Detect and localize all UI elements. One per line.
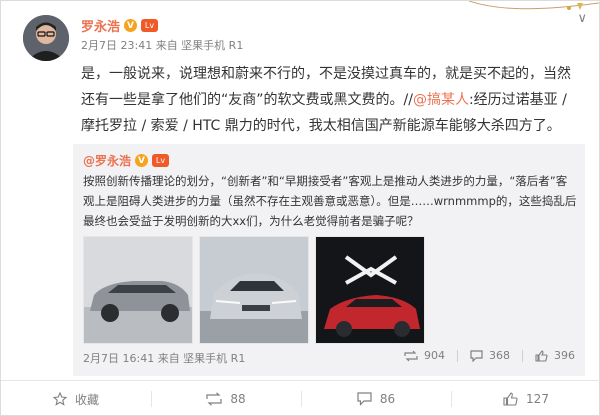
comment-action-count: 86 — [379, 392, 396, 406]
level-badge-icon: Lv — [141, 19, 159, 32]
verified-icon: V — [124, 19, 138, 32]
author-row: 罗永浩 V Lv — [81, 16, 159, 35]
post-content: 是，一般说来，说理想和蔚来不行的，不是没摸过真车的，就是买不起的，当然还有一些是… — [81, 61, 581, 139]
comment-icon — [357, 392, 372, 406]
author-name[interactable]: 罗永浩 — [81, 16, 120, 35]
repost-photos — [83, 236, 425, 344]
mention-link[interactable]: @搞某人 — [413, 92, 469, 108]
favorite-label: 收藏 — [74, 392, 99, 407]
post-meta: 2月7日 23:41 来自 坚果手机 R1 — [81, 39, 244, 52]
repost-button[interactable]: 88 — [151, 381, 301, 416]
divider — [457, 349, 458, 362]
action-bar: 收藏 88 86 127 — [1, 381, 600, 416]
repost-author-name[interactable]: @罗永浩 — [83, 152, 131, 169]
like-action-count: 127 — [526, 392, 549, 406]
like-count[interactable]: 396 — [535, 349, 575, 362]
verified-icon: V — [135, 154, 149, 167]
comment-button[interactable]: 86 — [301, 381, 451, 416]
more-options-icon[interactable]: ∨ — [577, 12, 587, 25]
thumbs-up-icon — [503, 392, 518, 406]
comment-count-value: 368 — [489, 349, 510, 362]
favorite-button[interactable]: 收藏 — [1, 381, 151, 416]
star-icon — [52, 392, 67, 406]
repost-stats: 904 368 396 — [404, 349, 575, 362]
repost-action-count: 88 — [230, 392, 246, 406]
like-count-value: 396 — [554, 349, 575, 362]
repost-count[interactable]: 904 — [404, 349, 445, 362]
photo-suv-red-lights[interactable] — [315, 236, 425, 344]
weibo-post-card: ∨ 罗永浩 V Lv 2月7日 23:41 来自 坚果手机 R1 是，一般说来，… — [0, 0, 600, 416]
repost-text: 按照创新传播理论的划分，“创新者”和“早期接受者”客观上是推动人类进步的力量，“… — [83, 174, 577, 228]
like-button[interactable]: 127 — [451, 381, 600, 416]
repost-author-row: @罗永浩 V Lv — [83, 152, 170, 169]
divider — [522, 349, 523, 362]
comment-icon — [470, 349, 483, 362]
photo-suv-silver-front[interactable] — [199, 236, 309, 344]
photo-suv-silver-side[interactable] — [83, 236, 193, 344]
level-badge-icon: Lv — [152, 154, 170, 167]
repost-icon — [404, 350, 418, 361]
avatar[interactable] — [23, 15, 69, 61]
repost-icon — [206, 392, 222, 406]
reposted-weibo[interactable]: @罗永浩 V Lv 按照创新传播理论的划分，“创新者”和“早期接受者”客观上是推… — [73, 144, 585, 376]
repost-count-value: 904 — [424, 349, 445, 362]
thumbs-up-icon — [535, 349, 548, 362]
repost-meta: 2月7日 16:41 来自 坚果手机 R1 — [83, 352, 246, 365]
comment-count[interactable]: 368 — [470, 349, 510, 362]
